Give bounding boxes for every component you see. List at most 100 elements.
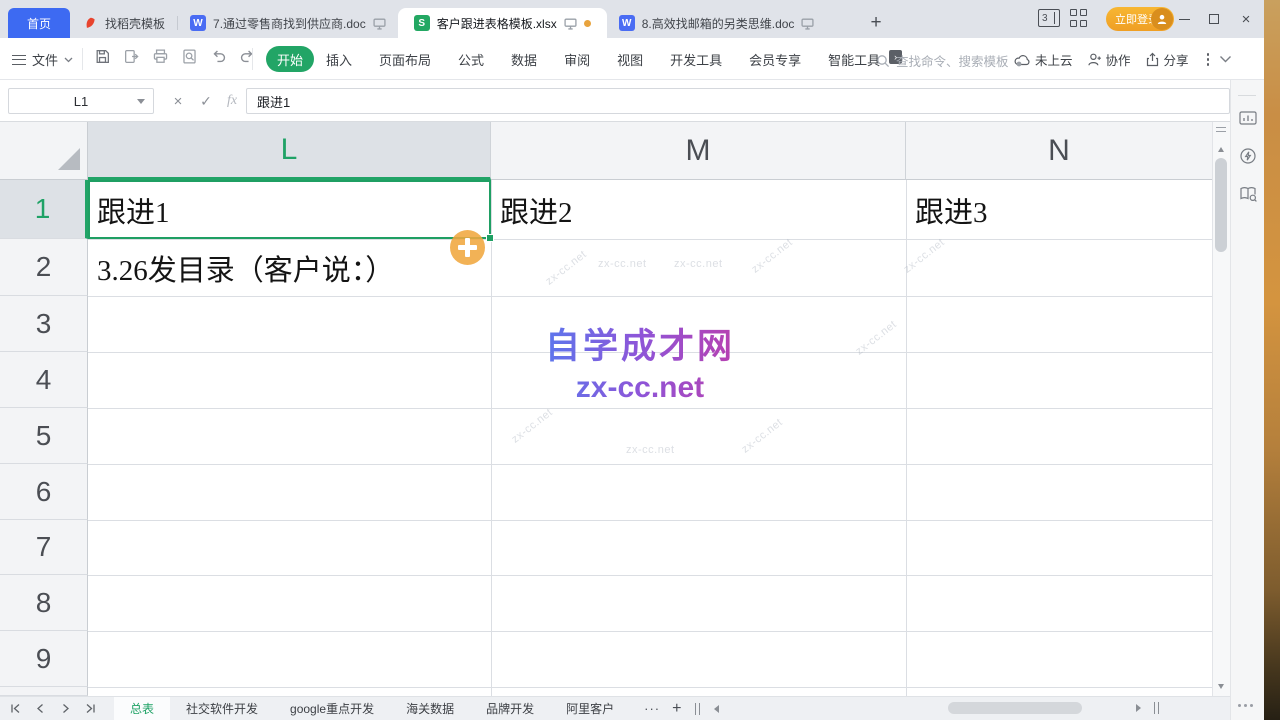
fx-icon[interactable]: fx [220, 88, 244, 114]
ribbon-tab-page-layout[interactable]: 页面布局 [379, 50, 431, 69]
ribbon-tab-review[interactable]: 审阅 [564, 50, 590, 69]
row-header-4[interactable]: 4 [0, 352, 88, 408]
add-sheet-button[interactable]: + [672, 700, 681, 718]
tab-label: 8.高效找邮箱的另类思维.doc [642, 15, 795, 32]
scroll-right-icon[interactable] [1136, 704, 1145, 712]
close-button[interactable]: × [1236, 10, 1256, 28]
row-header-8[interactable]: 8 [0, 575, 88, 631]
name-box[interactable]: L1 [8, 88, 154, 114]
scroll-down-icon[interactable] [1218, 684, 1224, 692]
row-header-2[interactable]: 2 [0, 239, 88, 296]
fill-handle[interactable] [486, 234, 494, 242]
maximize-button[interactable] [1204, 10, 1224, 28]
home-tab[interactable]: 首页 [8, 8, 70, 38]
save-icon[interactable] [94, 48, 111, 65]
redo-icon[interactable] [239, 48, 256, 65]
minimize-button[interactable] [1174, 10, 1194, 28]
split-handle-icon[interactable] [1216, 127, 1226, 132]
ribbon-tab-member[interactable]: 会员专享 [749, 50, 801, 69]
column-header-L[interactable]: L [88, 122, 491, 180]
export-icon[interactable] [123, 48, 140, 65]
next-sheet-icon[interactable] [60, 703, 71, 714]
prev-sheet-icon[interactable] [35, 703, 46, 714]
sheet-tab-customs[interactable]: 海关数据 [390, 697, 470, 720]
row-header-5[interactable]: 5 [0, 408, 88, 464]
sheet-tab-social[interactable]: 社交软件开发 [170, 697, 274, 720]
select-all-triangle-icon [58, 148, 80, 170]
tab-split-handle[interactable] [1154, 702, 1159, 714]
hamburger-icon [12, 55, 26, 65]
ribbon-tab-view[interactable]: 视图 [617, 50, 643, 69]
share-button[interactable]: 分享 [1145, 50, 1189, 69]
row-header-1[interactable]: 1 [0, 180, 88, 239]
first-sheet-icon[interactable] [10, 703, 21, 714]
row-header-9[interactable]: 9 [0, 631, 88, 687]
command-search[interactable]: 查找命令、搜索模板 [876, 51, 1009, 70]
sidebar-more-icon[interactable] [1238, 704, 1253, 707]
gridline [88, 464, 1212, 465]
sheet-tab-brand[interactable]: 品牌开发 [470, 697, 550, 720]
last-sheet-icon[interactable] [85, 703, 96, 714]
more-vertical-icon[interactable] [1207, 53, 1210, 66]
column-header-N[interactable]: N [906, 122, 1212, 180]
vertical-scrollbar-thumb[interactable] [1215, 158, 1227, 252]
cell-L2[interactable]: 3.26发目录（客户说：） [90, 240, 394, 296]
tab-active-spreadsheet[interactable]: S 客户跟进表格模板.xlsx [398, 8, 607, 38]
confirm-entry-button[interactable]: ✓ [194, 88, 218, 114]
cell-N1[interactable]: 跟进3 [908, 181, 988, 238]
cancel-entry-button[interactable]: × [166, 88, 190, 114]
scroll-up-icon[interactable] [1218, 144, 1224, 152]
divider [252, 48, 253, 70]
tab-monitor-icon [373, 17, 386, 30]
row-header-10-partial[interactable] [0, 687, 88, 696]
ribbon-tab-data[interactable]: 数据 [511, 50, 537, 69]
reading-assistant-icon[interactable] [1238, 184, 1258, 204]
sheet-tab-main[interactable]: 总表 [114, 697, 170, 720]
column-header-M[interactable]: M [491, 122, 906, 180]
smart-toolbox-icon[interactable] [1238, 146, 1258, 166]
row-header-6[interactable]: 6 [0, 464, 88, 520]
tab-split-handle[interactable] [695, 703, 700, 715]
title-bar: 首页 找稻壳模板 W 7.通过零售商找到供应商.doc S 客户跟进表格模板.x… [0, 0, 1280, 38]
writer-icon: W [190, 15, 206, 31]
scroll-left-icon[interactable] [710, 705, 719, 713]
login-button[interactable]: 立即登录 [1106, 7, 1174, 31]
divider [82, 48, 83, 70]
task-pane-icon[interactable] [1238, 108, 1258, 128]
file-menu[interactable]: 文件 [12, 50, 73, 69]
gridline [88, 520, 1212, 521]
undo-icon[interactable] [210, 48, 227, 65]
name-box-caret-icon[interactable] [137, 99, 145, 108]
ribbon-tab-home[interactable]: 开始 [266, 46, 314, 72]
tab-docer-template[interactable]: 找稻壳模板 [70, 8, 177, 38]
ribbon-tab-dev-tools[interactable]: 开发工具 [670, 50, 722, 69]
avatar [1151, 8, 1173, 30]
row-header-3[interactable]: 3 [0, 296, 88, 352]
workspace-grid-icon[interactable] [1070, 9, 1088, 27]
gridline [88, 408, 1212, 409]
sheet-list-icon[interactable]: ··· [644, 701, 660, 716]
print-icon[interactable] [152, 48, 169, 65]
ribbon-tab-smart-tools[interactable]: 智能工具 [828, 50, 880, 69]
tab-doc-7[interactable]: W 7.通过零售商找到供应商.doc [178, 8, 398, 38]
sheet-tab-google[interactable]: google重点开发 [274, 697, 390, 720]
tab-doc-8[interactable]: W 8.高效找邮箱的另类思维.doc [607, 8, 827, 38]
ribbon-tab-insert[interactable]: 插入 [326, 50, 352, 69]
tab-label: 找稻壳模板 [105, 15, 165, 32]
ribbon-tab-formulas[interactable]: 公式 [458, 50, 484, 69]
unsaved-dot [584, 20, 591, 27]
horizontal-scrollbar-thumb[interactable] [948, 702, 1082, 714]
print-preview-icon[interactable] [181, 48, 198, 65]
formula-input[interactable]: 跟进1 [246, 88, 1230, 114]
select-all-corner[interactable] [0, 122, 88, 180]
split-screen-icon[interactable]: 3 [1038, 9, 1060, 27]
collapse-ribbon-icon[interactable] [1219, 55, 1232, 64]
collaborate-button[interactable]: 协作 [1087, 50, 1131, 69]
row-header-7[interactable]: 7 [0, 520, 88, 575]
cell-M1[interactable]: 跟进2 [493, 181, 573, 238]
new-tab-button[interactable]: + [870, 13, 881, 32]
sheet-tab-alibaba[interactable]: 阿里客户 [550, 697, 630, 720]
docer-icon [82, 15, 98, 31]
cloud-status[interactable]: 未上云 [1014, 50, 1073, 69]
active-cell-selection [88, 180, 491, 239]
